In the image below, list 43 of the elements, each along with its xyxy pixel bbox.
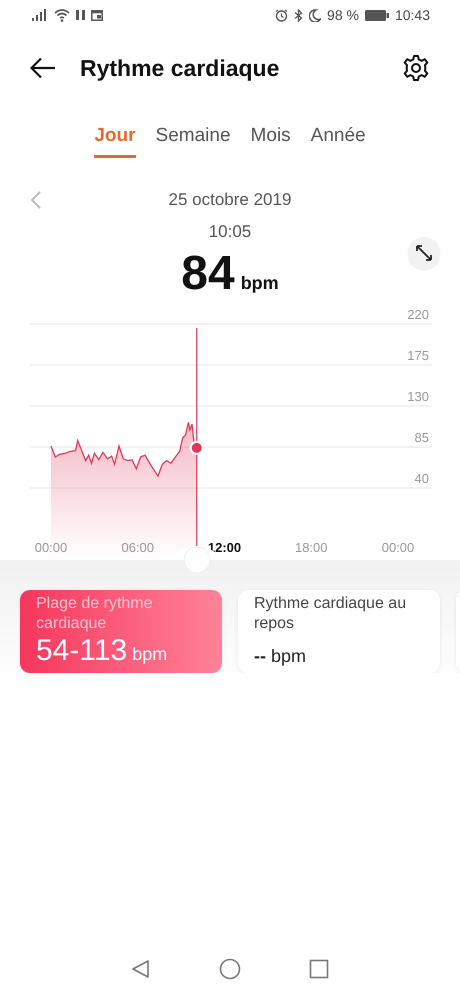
back-nav-button[interactable] <box>131 959 151 979</box>
card-title: Rythme cardiaque au repos <box>254 594 408 634</box>
expand-icon <box>415 244 433 262</box>
card-value: -- <box>254 646 266 667</box>
axis-label: 18:00 <box>294 540 328 555</box>
summary-card[interactable]: Rythme cardiaque au repos -- bpm <box>238 590 440 673</box>
axis-label: 00:00 <box>34 540 68 555</box>
home-nav-button[interactable] <box>219 958 241 980</box>
recents-nav-button[interactable] <box>309 959 329 979</box>
expand-button[interactable] <box>408 237 440 269</box>
moon-icon <box>309 8 322 22</box>
wifi-icon <box>54 8 70 22</box>
unit-label: bpm <box>271 646 306 667</box>
reading-time: 10:05 <box>208 222 252 243</box>
page-title: Rythme cardiaque <box>80 54 280 82</box>
settings-button[interactable] <box>402 54 430 82</box>
axis-label: 40 <box>414 470 429 486</box>
card-value: 54-113 <box>36 634 128 668</box>
period-tab[interactable]: Semaine <box>156 118 231 158</box>
chevron-left-icon <box>30 190 42 210</box>
period-tab[interactable]: Mois <box>250 118 291 158</box>
axis-label: 220 <box>407 310 429 322</box>
battery-icon <box>364 10 389 20</box>
card-title: Plage de rythme cardiaque <box>36 594 154 634</box>
unit-label: bpm <box>132 644 168 665</box>
battery-level: 98 % <box>327 7 359 23</box>
heart-rate-value: 84 <box>181 246 235 301</box>
axis-label: 130 <box>407 388 429 404</box>
clock: 10:43 <box>394 7 430 23</box>
axis-label: 06:00 <box>121 540 154 555</box>
unit-label: bpm <box>240 273 279 294</box>
selected-point <box>190 440 204 455</box>
bluetooth-icon <box>294 8 304 22</box>
date-label: 25 octobre 2019 <box>168 190 292 210</box>
window-icon <box>91 10 103 20</box>
axis-label: 00:00 <box>382 540 414 555</box>
axis-label: 85 <box>414 430 429 445</box>
signal-icon <box>32 9 48 21</box>
back-button[interactable] <box>30 57 56 79</box>
axis-label: 175 <box>407 348 429 363</box>
pause-icon <box>76 10 85 20</box>
period-tab[interactable]: Année <box>310 118 366 158</box>
alarm-icon <box>275 8 288 22</box>
